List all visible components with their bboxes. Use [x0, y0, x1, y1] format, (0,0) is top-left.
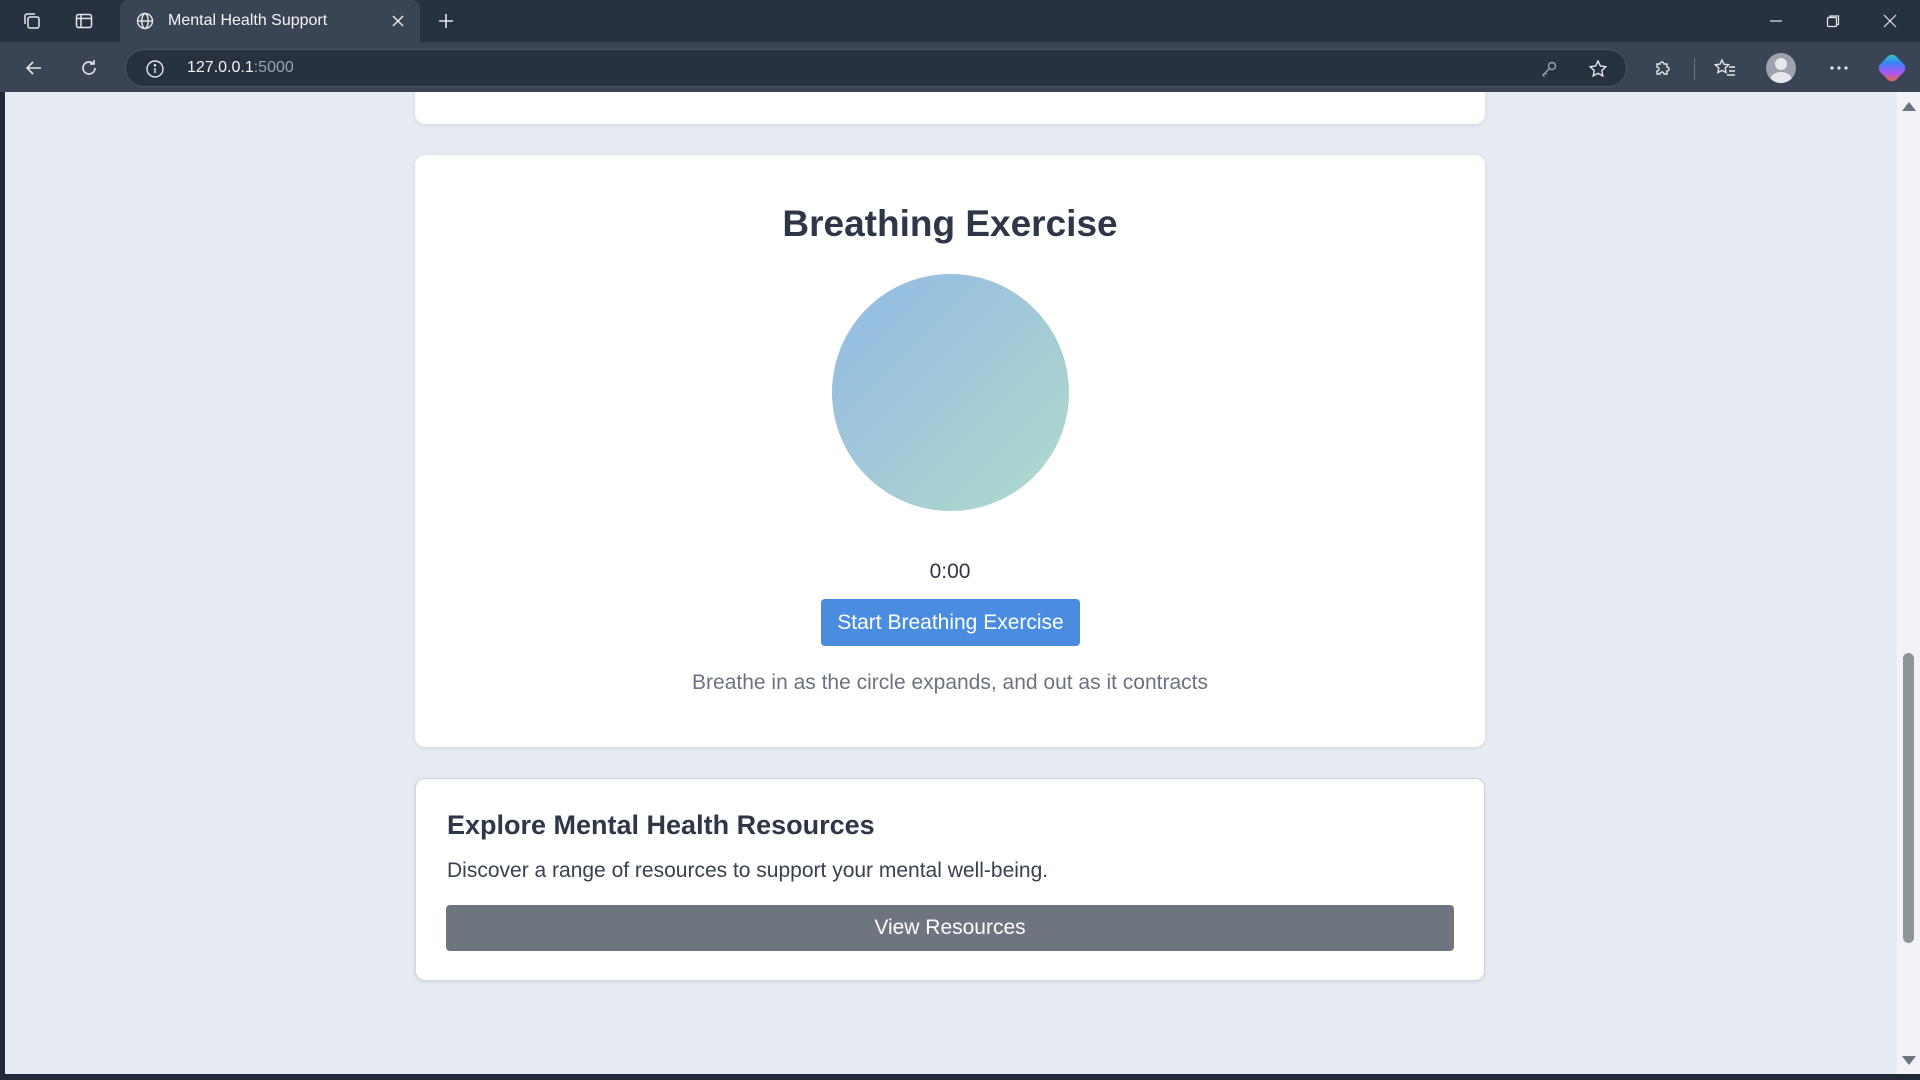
url-text: 127.0.0.1:5000 — [187, 59, 294, 77]
browser-tab-bar: Mental Health Support — [0, 0, 1920, 42]
breathing-timer: 0:00 — [929, 560, 971, 583]
breathing-circle — [832, 274, 1069, 511]
key-icon[interactable] — [1538, 58, 1560, 80]
tab-actions-icon[interactable] — [16, 6, 48, 36]
resources-title: Explore Mental Health Resources — [447, 810, 875, 840]
page-scrollbar[interactable] — [1897, 92, 1920, 1074]
star-icon[interactable] — [1587, 58, 1609, 80]
tab-title: Mental Health Support — [168, 12, 328, 29]
minimize-icon[interactable] — [1748, 0, 1804, 42]
favorites-icon[interactable] — [1708, 51, 1742, 85]
page-viewport: Breathing Exercise 0:00 Start Breathing … — [5, 92, 1900, 1074]
globe-icon — [132, 8, 158, 34]
previous-card — [415, 92, 1485, 124]
breathing-title: Breathing Exercise — [782, 203, 1118, 244]
close-icon[interactable] — [386, 9, 410, 33]
back-arrow-icon[interactable] — [17, 51, 51, 85]
close-window-icon[interactable] — [1862, 0, 1918, 42]
resources-description: Discover a range of resources to support… — [447, 859, 1049, 882]
url-host: 127.0.0.1 — [187, 59, 254, 76]
scroll-up-arrow-icon[interactable] — [1902, 102, 1916, 111]
plus-icon[interactable] — [430, 6, 462, 36]
vertical-tabs-icon[interactable] — [68, 6, 100, 36]
breathing-instruction: Breathe in as the circle expands, and ou… — [692, 671, 1208, 694]
breathing-exercise-card: Breathing Exercise 0:00 Start Breathing … — [415, 155, 1485, 747]
browser-tab[interactable]: Mental Health Support — [120, 0, 420, 42]
reload-icon[interactable] — [72, 51, 106, 85]
resources-card: Explore Mental Health Resources Discover… — [415, 778, 1485, 981]
info-icon[interactable] — [144, 58, 166, 80]
view-resources-button[interactable]: View Resources — [446, 905, 1454, 951]
start-breathing-button[interactable]: Start Breathing Exercise — [821, 599, 1080, 646]
browser-address-bar: 127.0.0.1:5000 — [0, 42, 1920, 92]
window-bottom-edge — [0, 1074, 1920, 1080]
url-port: :5000 — [253, 59, 294, 76]
toolbar-divider — [1694, 58, 1695, 80]
puzzle-icon[interactable] — [1646, 51, 1680, 85]
avatar[interactable] — [1766, 53, 1796, 83]
scrollbar-thumb[interactable] — [1903, 653, 1914, 943]
address-field[interactable]: 127.0.0.1:5000 — [125, 49, 1627, 87]
restore-icon[interactable] — [1805, 0, 1861, 42]
more-icon[interactable] — [1822, 51, 1856, 85]
scroll-down-arrow-icon[interactable] — [1902, 1056, 1916, 1065]
